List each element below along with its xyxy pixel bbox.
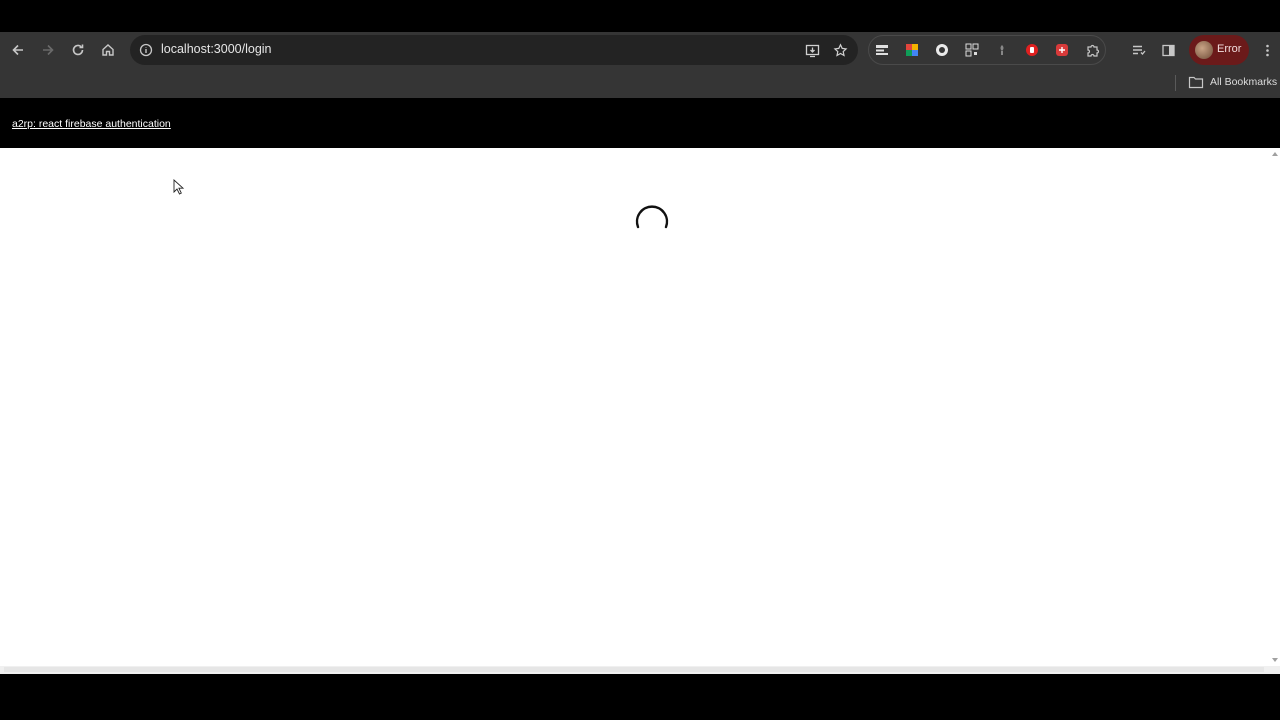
reading-list-icon[interactable]	[1128, 40, 1148, 60]
extension-6-icon[interactable]	[1024, 42, 1040, 58]
profile-status: Error	[1217, 43, 1242, 55]
window-top-edge	[0, 0, 1280, 32]
qr-code-icon[interactable]	[964, 42, 980, 58]
window-bottom-edge	[0, 674, 1280, 720]
extensions-group	[868, 35, 1106, 65]
address-bar[interactable]: localhost:3000/login	[130, 35, 858, 65]
url-text[interactable]: localhost:3000/login	[161, 42, 272, 56]
avatar	[1195, 41, 1213, 59]
extension-5-icon[interactable]	[994, 42, 1010, 58]
mouse-cursor-icon	[173, 179, 185, 195]
forward-arrow-icon[interactable]	[35, 37, 61, 63]
scroll-down-arrow-icon[interactable]	[1272, 658, 1278, 662]
install-app-icon[interactable]	[802, 40, 822, 60]
bookmarks-separator	[1175, 75, 1176, 91]
home-icon[interactable]	[95, 37, 121, 63]
kebab-menu-icon[interactable]	[1257, 40, 1277, 60]
extension-7-icon[interactable]	[1054, 42, 1070, 58]
horizontal-scroll-thumb[interactable]	[4, 667, 1264, 672]
back-arrow-icon[interactable]	[5, 37, 31, 63]
loading-spinner	[635, 205, 669, 229]
puzzle-icon[interactable]	[1084, 42, 1100, 58]
extension-3-icon[interactable]	[934, 42, 950, 58]
bookmarks-bar: All Bookmarks	[0, 68, 1280, 98]
side-panel-icon[interactable]	[1158, 40, 1178, 60]
extension-2-icon[interactable]	[904, 42, 920, 58]
info-icon[interactable]	[137, 41, 155, 59]
site-title-link[interactable]: a2rp: react firebase authentication	[12, 118, 171, 130]
folder-icon[interactable]	[1188, 75, 1204, 89]
horizontal-scrollbar[interactable]	[0, 666, 1280, 674]
star-icon[interactable]	[830, 40, 850, 60]
vertical-scrollbar[interactable]	[1268, 148, 1280, 666]
scroll-up-arrow-icon[interactable]	[1272, 152, 1278, 156]
extension-1-icon[interactable]	[874, 42, 890, 58]
reload-icon[interactable]	[65, 37, 91, 63]
browser-toolbar: localhost:3000/login Error	[0, 32, 1280, 68]
all-bookmarks-label[interactable]: All Bookmarks	[1210, 76, 1277, 88]
site-header: a2rp: react firebase authentication	[0, 98, 1280, 148]
profile-button[interactable]: Error	[1189, 35, 1249, 65]
